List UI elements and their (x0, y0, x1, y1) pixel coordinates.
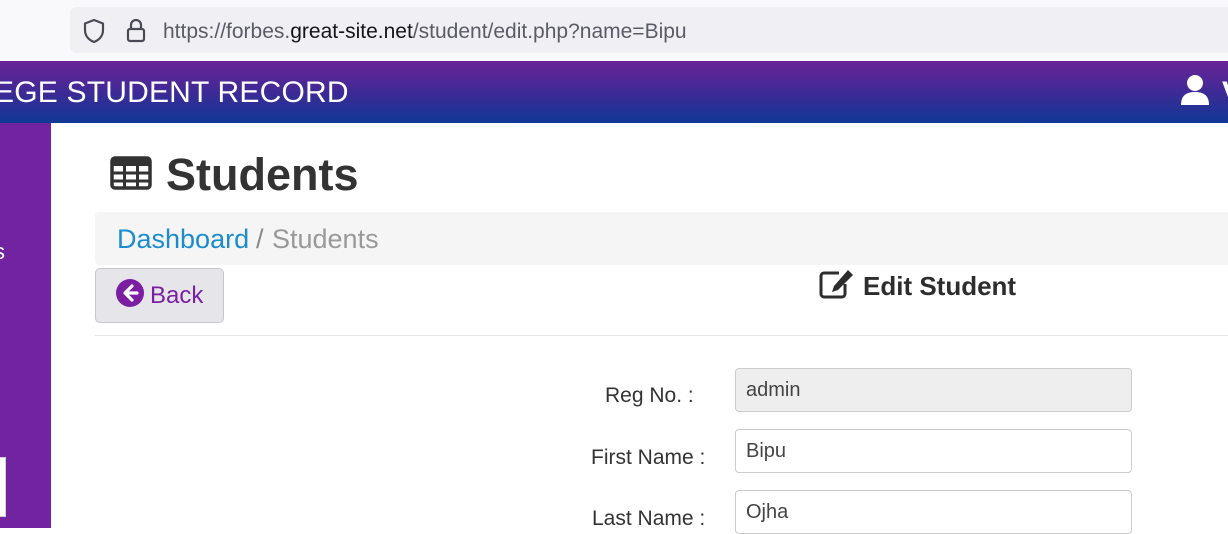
form-heading-text: Edit Student (863, 270, 1017, 301)
divider (95, 335, 1228, 336)
page-header: Students (110, 145, 359, 205)
sidebar: s (0, 123, 51, 528)
user-icon[interactable] (1180, 74, 1210, 111)
breadcrumb: Dashboard / Students (95, 212, 1228, 265)
sidebar-widget[interactable] (0, 457, 6, 517)
breadcrumb-separator: / (256, 224, 264, 254)
url-path: /student/edit.php?name=Bipu (412, 20, 687, 43)
browser-toolbar: https://forbes.great-site.net/student/ed… (0, 0, 1228, 61)
url-prefix: https://forbes. (163, 20, 291, 43)
reg-no-label: Reg No. : (605, 384, 694, 407)
first-name-label: First Name : (591, 446, 706, 469)
reg-no-input[interactable] (735, 368, 1132, 412)
page-title: Students (166, 149, 359, 200)
shield-icon[interactable] (81, 8, 107, 54)
url-text[interactable]: https://forbes.great-site.net/student/ed… (163, 0, 687, 61)
app-header: EGE STUDENT RECORD (0, 61, 1228, 123)
back-button[interactable]: Back (95, 268, 224, 323)
lock-icon[interactable] (124, 8, 148, 54)
arrow-left-circle-icon (116, 279, 144, 312)
last-name-input[interactable] (735, 490, 1132, 534)
breadcrumb-current: Students (272, 224, 379, 254)
sidebar-item-label[interactable]: s (0, 239, 5, 265)
last-name-label: Last Name : (592, 507, 706, 530)
user-menu-label[interactable]: V (1222, 61, 1228, 123)
edit-icon (819, 269, 855, 304)
first-name-input[interactable] (735, 429, 1132, 473)
app-title: EGE STUDENT RECORD (0, 76, 349, 109)
url-host: great-site.net (290, 20, 413, 43)
breadcrumb-dashboard-link[interactable]: Dashboard (117, 212, 249, 265)
table-icon (110, 155, 152, 195)
form-heading: Edit Student (819, 268, 1016, 304)
back-button-label: Back (150, 281, 204, 309)
